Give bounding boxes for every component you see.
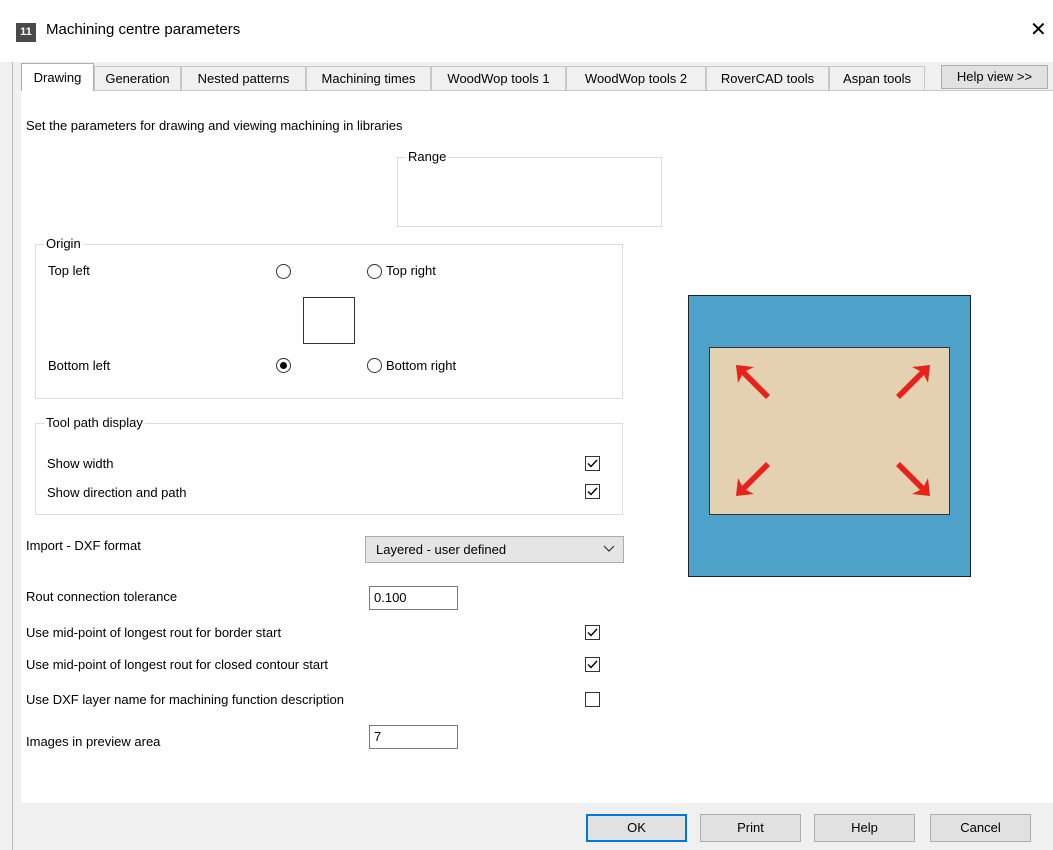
images-preview-input[interactable]: 7	[369, 725, 458, 749]
origin-top-left-radio[interactable]	[276, 264, 291, 279]
toolpath-legend: Tool path display	[44, 415, 145, 430]
show-width-checkbox[interactable]	[585, 456, 600, 471]
rout-tolerance-input[interactable]: 0.100	[369, 586, 458, 610]
origin-bottom-left-radio[interactable]	[276, 358, 291, 373]
import-dxf-value: Layered - user defined	[376, 542, 507, 557]
origin-top-left-label: Top left	[48, 263, 90, 278]
window-border	[12, 62, 13, 850]
check-icon	[587, 628, 598, 637]
rout-tolerance-label: Rout connection tolerance	[26, 589, 178, 604]
midpoint-border-checkbox[interactable]	[585, 625, 600, 640]
app-icon: 11	[16, 23, 36, 42]
import-dxf-dropdown[interactable]: Layered - user defined	[365, 536, 624, 563]
help-button[interactable]: Help	[814, 814, 915, 842]
tab-woodwop-tools-2[interactable]: WoodWop tools 2	[566, 66, 706, 90]
tab-generation[interactable]: Generation	[94, 66, 181, 90]
dxf-layer-name-checkbox[interactable]	[585, 692, 600, 707]
print-button[interactable]: Print	[700, 814, 801, 842]
origin-bottom-left-label: Bottom left	[48, 358, 111, 373]
midpoint-closed-label: Use mid-point of longest rout for closed…	[26, 657, 329, 672]
tab-aspan-tools[interactable]: Aspan tools	[829, 66, 925, 90]
images-preview-label: Images in preview area	[26, 734, 161, 749]
tab-woodwop-tools-1[interactable]: WoodWop tools 1	[431, 66, 566, 90]
show-direction-checkbox[interactable]	[585, 484, 600, 499]
check-icon	[587, 459, 598, 468]
show-width-label: Show width	[47, 456, 114, 471]
tab-nested-patterns[interactable]: Nested patterns	[181, 66, 306, 90]
tab-machining-times[interactable]: Machining times	[306, 66, 431, 90]
tab-drawing[interactable]: Drawing	[21, 63, 94, 91]
origin-diagram-box	[303, 297, 355, 344]
dxf-layer-name-label: Use DXF layer name for machining functio…	[26, 692, 344, 707]
origin-bottom-right-radio[interactable]	[367, 358, 382, 373]
arrow-top-left-icon	[736, 365, 770, 399]
origin-top-right-label[interactable]: Top right	[386, 263, 436, 278]
check-icon	[587, 487, 598, 496]
arrow-bottom-left-icon	[736, 462, 770, 496]
range-group	[397, 157, 662, 227]
help-view-button[interactable]: Help view >>	[941, 65, 1048, 89]
import-dxf-label: Import - DXF format	[26, 538, 141, 553]
range-legend: Range	[406, 149, 449, 164]
page-description: Set the parameters for drawing and viewi…	[26, 118, 403, 133]
toolpath-group	[35, 423, 623, 515]
origin-top-right-radio[interactable]	[367, 264, 382, 279]
arrow-top-right-icon	[896, 365, 930, 399]
midpoint-border-label: Use mid-point of longest rout for border…	[26, 625, 282, 640]
arrow-bottom-right-icon	[896, 462, 930, 496]
origin-bottom-right-label[interactable]: Bottom right	[386, 358, 456, 373]
tab-rovercad-tools[interactable]: RoverCAD tools	[706, 66, 829, 90]
show-direction-label: Show direction and path	[47, 485, 187, 500]
close-icon[interactable]: ✕	[1030, 17, 1047, 42]
midpoint-closed-checkbox[interactable]	[585, 657, 600, 672]
ok-button[interactable]: OK	[586, 814, 687, 842]
origin-legend: Origin	[44, 236, 83, 251]
cancel-button[interactable]: Cancel	[930, 814, 1031, 842]
window-title: Machining centre parameters	[46, 21, 241, 38]
chevron-down-icon	[603, 545, 615, 552]
check-icon	[587, 660, 598, 669]
